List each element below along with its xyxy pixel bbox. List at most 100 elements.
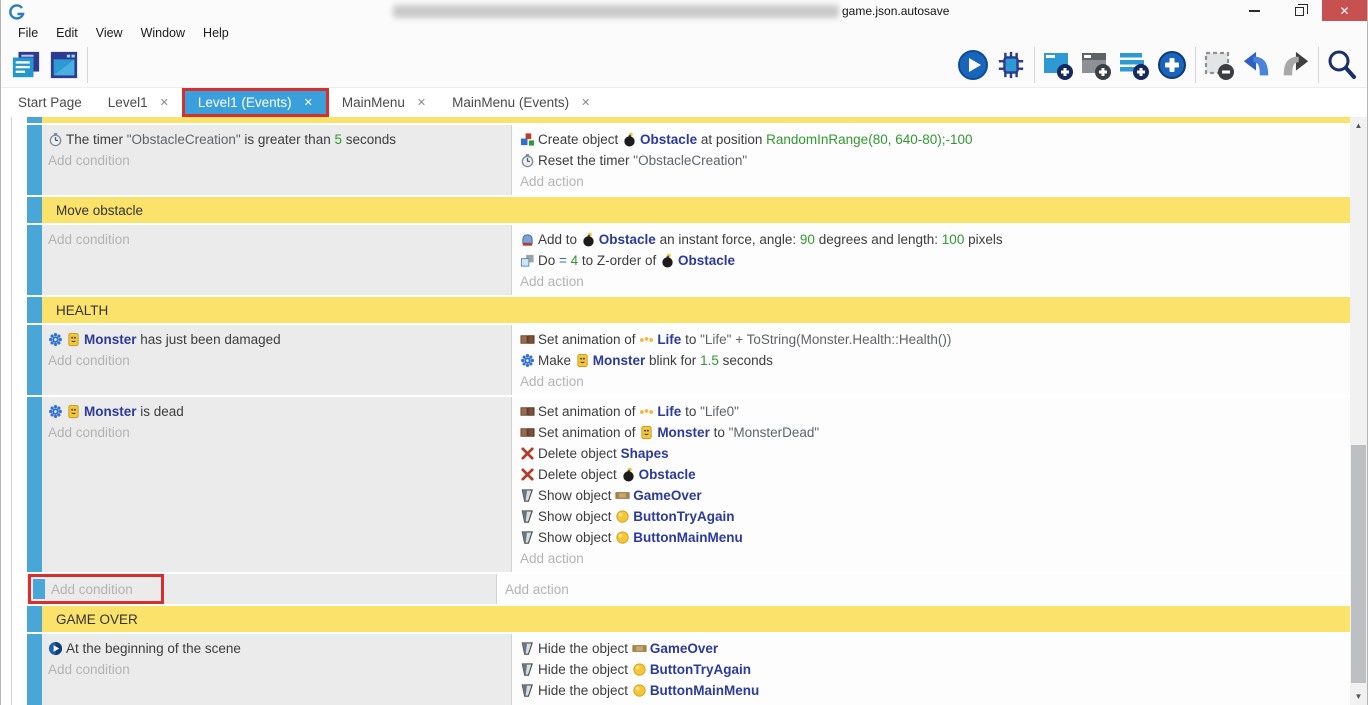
add-action-button[interactable]: Add action [520,548,1352,569]
text-segment: 5 [334,132,342,147]
tab-start-page[interactable]: Start Page [5,88,95,117]
condition-row[interactable]: The timer "ObstacleCreation" is greater … [48,129,511,150]
action-row[interactable]: Hide the object ButtonMainMenu [520,680,1352,701]
text-segment: seconds [342,132,396,147]
comment-row[interactable]: GAME OVER [42,606,1352,632]
debug-icon[interactable] [992,45,1030,85]
condition-row[interactable]: Monster has just been damaged [48,329,511,350]
obstacle-icon [621,467,637,482]
comment-row[interactable]: Move obstacle [42,197,1352,223]
close-icon: ✕ [1339,4,1349,18]
text-segment: Reset the timer [538,153,633,168]
menu-edit[interactable]: Edit [47,26,87,40]
close-icon[interactable]: ✕ [581,96,590,109]
action-row[interactable]: Set animation of Monster to "MonsterDead… [520,422,1352,443]
add-action-button[interactable]: Add action [505,579,1352,600]
visibility-icon [520,488,536,503]
event-handle[interactable] [27,634,42,705]
event-handle[interactable] [27,325,42,395]
add-condition-button[interactable]: Add condition [51,582,133,597]
add-action-button[interactable]: Add action [520,171,1352,192]
add-subevent-icon[interactable] [1077,45,1115,85]
action-row[interactable]: Delete object Shapes [520,443,1352,464]
add-condition-button[interactable]: Add condition [48,659,511,680]
close-button[interactable]: ✕ [1322,0,1367,21]
add-condition-button[interactable]: Add condition [48,422,511,443]
text-segment: Life [657,332,681,347]
minimize-button[interactable] [1232,0,1277,21]
toolbar-separator [1195,47,1196,83]
tab-level1[interactable]: Level1✕ [95,88,182,117]
event-handle[interactable] [27,125,42,195]
event-block[interactable]: Monster has just been damagedAdd conditi… [27,325,1352,395]
behavior-icon [48,332,64,347]
add-action-button[interactable]: Add action [520,371,1352,392]
event-handle[interactable] [27,225,42,295]
play-icon[interactable] [954,45,992,85]
action-row[interactable]: Reset the timer "ObstacleCreation" [520,150,1352,171]
scene-editor-icon[interactable] [45,45,83,85]
event-rows: The timer "ObstacleCreation" is greater … [27,117,1352,705]
tab-level1-events[interactable]: Level1 (Events)✕ [182,88,329,117]
events-sheet-icon[interactable] [7,45,45,85]
event-handle[interactable] [27,606,42,632]
scroll-up-icon[interactable]: ▲ [1350,121,1367,130]
add-event-icon[interactable] [1039,45,1077,85]
action-row[interactable]: Set animation of Life to "Life0" [520,401,1352,422]
event-block[interactable]: At the beginning of the sceneAdd conditi… [27,634,1352,705]
event-block[interactable]: ▾Monster is deadAdd conditionSet animati… [27,397,1352,572]
remove-event-icon[interactable] [1200,45,1238,85]
restore-button[interactable] [1277,0,1322,21]
scroll-down-icon[interactable]: ▼ [1350,692,1367,701]
menu-window[interactable]: Window [132,26,194,40]
button-icon [632,662,648,677]
comment-row[interactable] [42,117,1352,123]
vertical-scrollbar[interactable]: ▲ ▼ [1350,117,1367,705]
text-segment: Obstacle [678,253,735,268]
add-condition-button[interactable]: Add condition [48,229,511,250]
action-row[interactable]: Delete object Obstacle [520,464,1352,485]
tab-mainmenu-events[interactable]: MainMenu (Events)✕ [439,88,603,117]
add-circle-icon[interactable] [1153,45,1191,85]
close-icon[interactable]: ✕ [417,96,426,109]
event-block[interactable]: Add condition Add to Obstacle an instant … [27,225,1352,295]
action-row[interactable]: Show object ButtonMainMenu [520,527,1352,548]
action-row[interactable]: Make Monster blink for 1.5 seconds [520,350,1352,371]
action-row[interactable]: Set animation of Life to "Life" + ToStri… [520,329,1352,350]
comment-row[interactable]: HEALTH [42,297,1352,323]
scrollbar-thumb[interactable] [1351,445,1366,683]
add-action-button[interactable]: Add action [520,701,1352,705]
search-icon[interactable] [1323,45,1361,85]
menu-help[interactable]: Help [194,26,238,40]
add-condition-button[interactable]: Add condition [48,150,511,171]
text-segment: Monster [593,353,646,368]
add-comment-icon[interactable] [1115,45,1153,85]
undo-icon[interactable] [1238,45,1276,85]
close-icon[interactable]: ✕ [304,96,313,109]
close-icon[interactable]: ✕ [160,96,169,109]
button-icon [615,509,631,524]
action-row[interactable]: Show object GameOver [520,485,1352,506]
menu-view[interactable]: View [87,26,132,40]
tab-mainmenu[interactable]: MainMenu✕ [329,88,439,117]
redo-icon[interactable] [1276,45,1314,85]
event-handle[interactable] [27,397,42,572]
action-row[interactable]: Create object Obstacle at position Rando… [520,129,1352,150]
add-action-button[interactable]: Add action [520,271,1352,292]
event-handle[interactable] [33,579,45,599]
menu-file[interactable]: File [9,26,47,40]
toolbar [1,42,1367,88]
event-handle[interactable] [27,297,42,323]
condition-row[interactable]: At the beginning of the scene [48,638,511,659]
event-block[interactable]: The timer "ObstacleCreation" is greater … [27,125,1352,195]
event-handle[interactable] [27,117,42,123]
condition-row[interactable]: Monster is dead [48,401,511,422]
event-handle[interactable] [27,197,42,223]
add-condition-button[interactable]: Add condition [48,350,511,371]
action-row[interactable]: Show object ButtonTryAgain [520,506,1352,527]
action-row[interactable]: Hide the object ButtonTryAgain [520,659,1352,680]
action-row[interactable]: Hide the object GameOver [520,638,1352,659]
action-row[interactable]: Add to Obstacle an instant force, angle:… [520,229,1352,250]
action-row[interactable]: Do = 4 to Z-order of Obstacle [520,250,1352,271]
tree-line [11,117,12,705]
